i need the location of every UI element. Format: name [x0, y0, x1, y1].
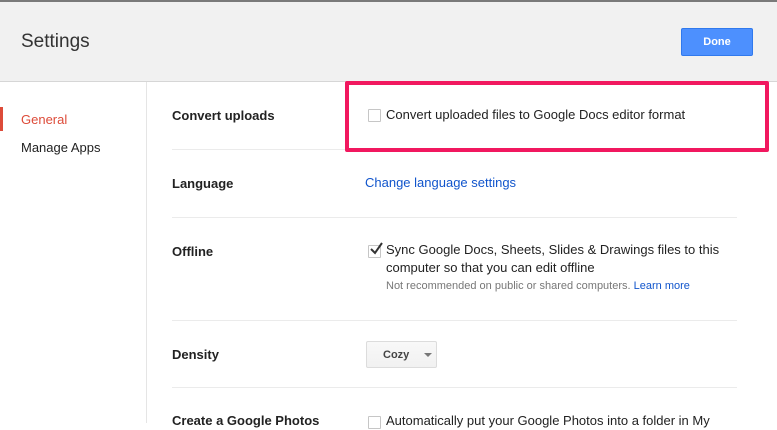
- highlight-annotation-box: [345, 81, 769, 152]
- density-select[interactable]: Cozy: [366, 341, 437, 368]
- offline-note: Not recommended on public or shared comp…: [386, 278, 690, 294]
- chevron-down-icon: [424, 353, 432, 357]
- learn-more-link[interactable]: Learn more: [634, 280, 690, 292]
- offline-row: Offline Sync Google Docs, Sheets, Slides…: [172, 218, 737, 321]
- page-title: Settings: [21, 31, 90, 52]
- checkmark-icon: [370, 242, 383, 255]
- offline-option-line2[interactable]: computer so that you can edit offline: [386, 259, 595, 277]
- google-photos-option-text[interactable]: Automatically put your Google Photos int…: [386, 412, 710, 430]
- density-label: Density: [172, 347, 219, 362]
- settings-header: Settings Done: [0, 2, 777, 82]
- offline-checkbox[interactable]: [368, 242, 383, 258]
- google-photos-row: Create a Google Photos Automatically put…: [172, 388, 737, 430]
- settings-sidebar: General Manage Apps: [0, 82, 147, 423]
- offline-option-line1[interactable]: Sync Google Docs, Sheets, Slides & Drawi…: [386, 241, 719, 259]
- sidebar-item-general[interactable]: General: [0, 105, 147, 133]
- density-row: Density Cozy: [172, 321, 737, 388]
- offline-label: Offline: [172, 244, 214, 259]
- sidebar-item-manage-apps[interactable]: Manage Apps: [0, 133, 147, 161]
- convert-uploads-label: Convert uploads: [172, 108, 275, 123]
- google-photos-label: Create a Google Photos: [172, 413, 320, 428]
- sidebar-item-label: Manage Apps: [21, 139, 101, 155]
- done-button[interactable]: Done: [681, 28, 753, 56]
- language-row: Language Change language settings: [172, 150, 737, 218]
- sidebar-item-label: General: [21, 111, 68, 127]
- offline-note-text: Not recommended on public or shared comp…: [386, 280, 631, 292]
- density-selected-value: Cozy: [383, 349, 410, 361]
- language-label: Language: [172, 176, 234, 191]
- change-language-link[interactable]: Change language settings: [365, 174, 516, 192]
